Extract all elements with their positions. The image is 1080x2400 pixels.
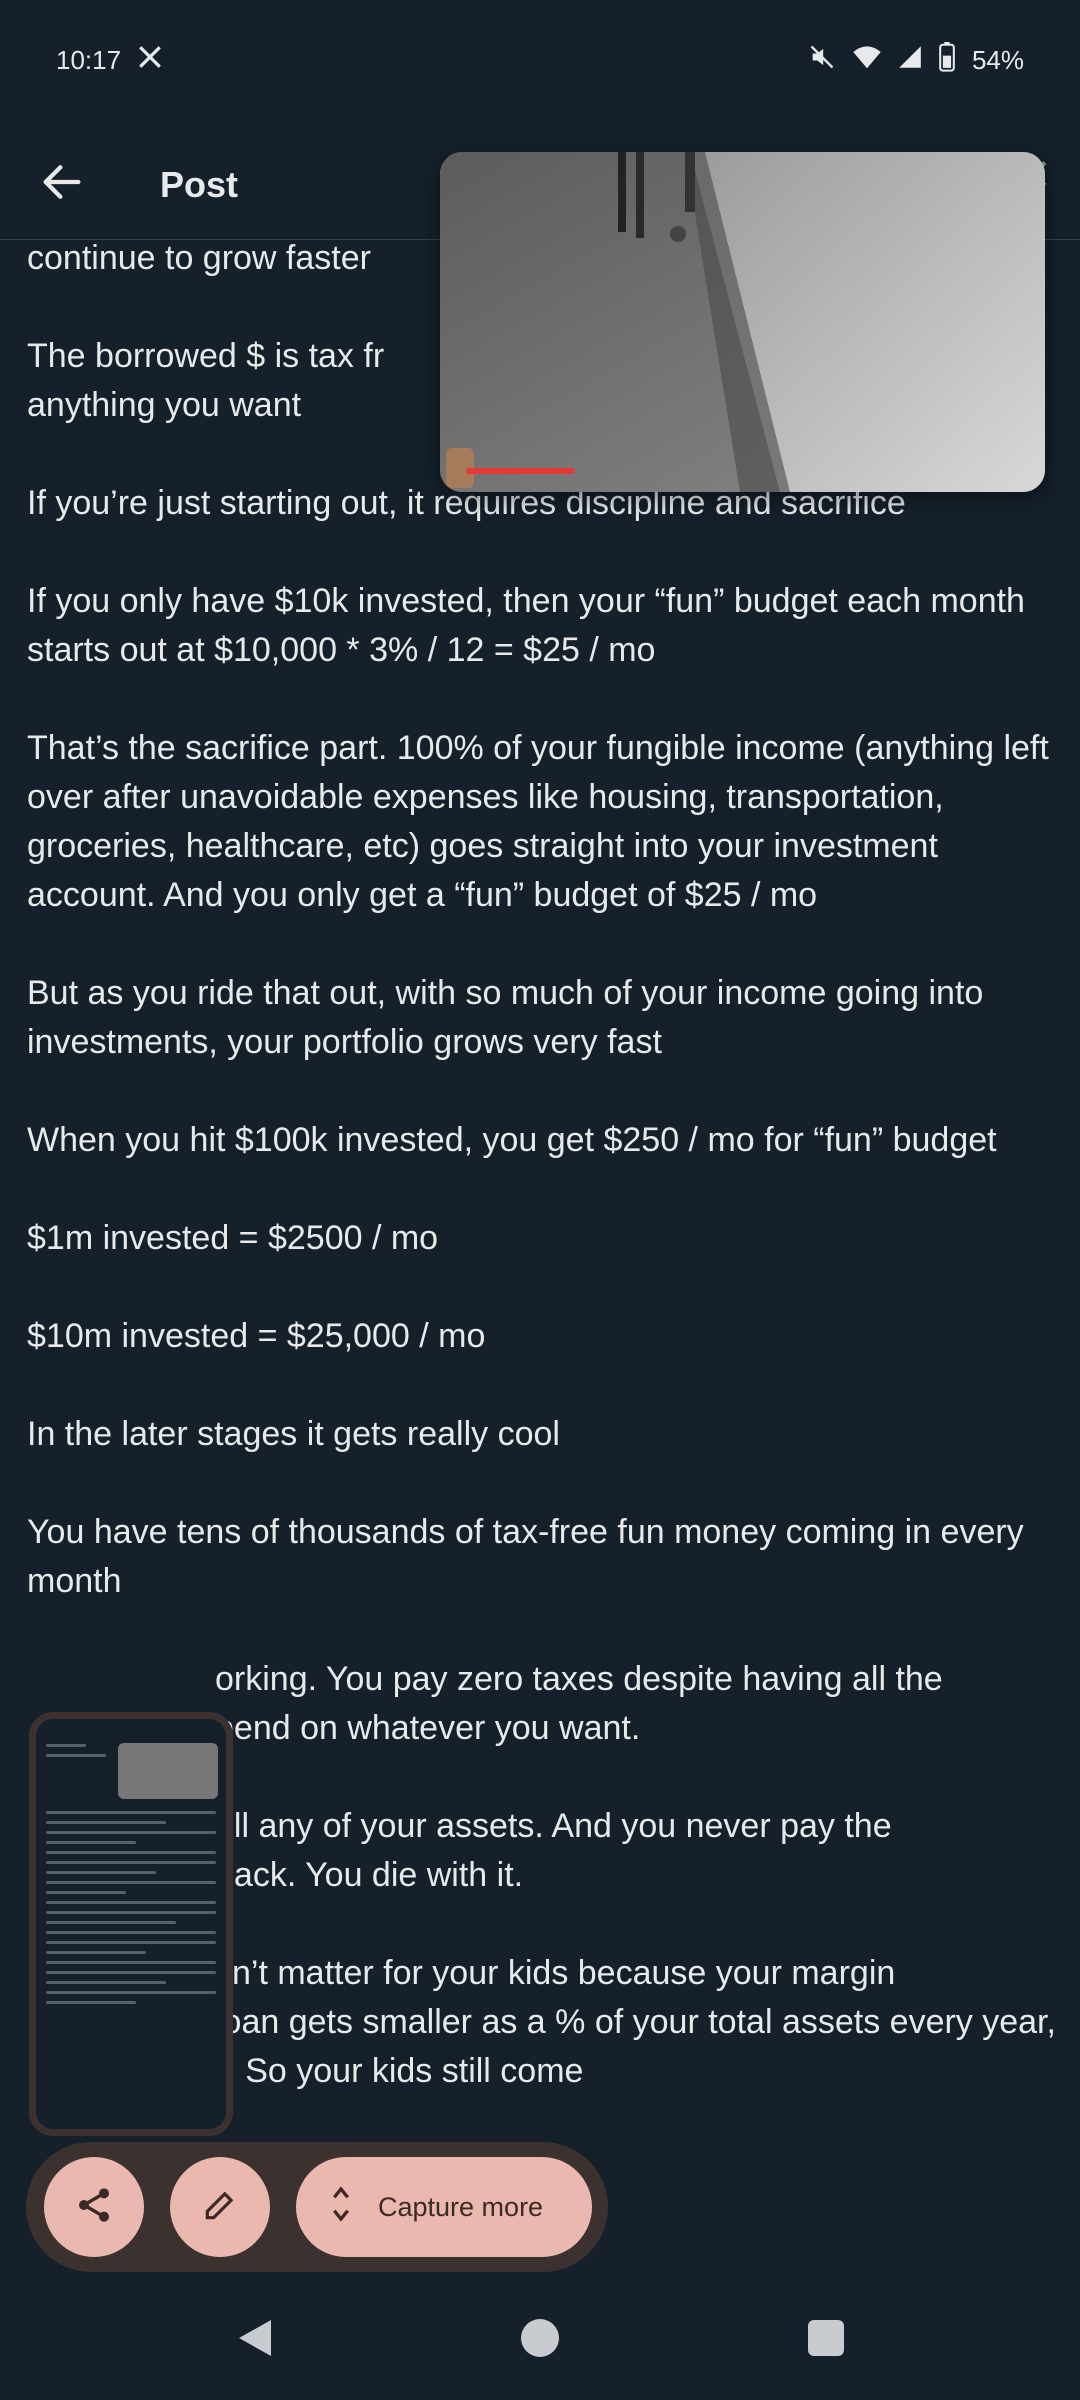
status-left: 10:17 (56, 44, 163, 77)
nav-home-icon[interactable] (521, 2319, 559, 2357)
back-button[interactable] (12, 135, 112, 235)
post-paragraph: $1m invested = $2500 / mo (27, 1219, 439, 1257)
post-paragraph: But as you ride that out, with so much o… (27, 974, 984, 1061)
mute-icon (808, 43, 836, 78)
signal-icon (898, 44, 922, 77)
edit-button[interactable] (170, 2157, 270, 2257)
status-time: 10:17 (56, 44, 122, 75)
nav-back-icon[interactable] (237, 2318, 273, 2363)
status-bar: 10:17 54% (0, 0, 1080, 120)
nav-recents-icon[interactable] (808, 2320, 844, 2356)
post-paragraph: When you hit $100k invested, you get $25… (27, 1121, 997, 1159)
post-paragraph: In the later stages it gets really cool (27, 1415, 560, 1453)
post-paragraph: That’s the sacrifice part. 100% of your … (27, 729, 1049, 914)
post-paragraph: If you only have $10k invested, then you… (27, 582, 1025, 669)
screenshot-thumbnail[interactable] (29, 1712, 233, 2136)
battery-icon (938, 41, 956, 79)
system-navigation-bar (0, 2282, 1080, 2400)
x-logo-icon (137, 44, 163, 77)
unfold-icon (330, 2184, 352, 2231)
video-frame (440, 152, 1045, 492)
status-right: 54% (808, 41, 1024, 79)
post-paragraph: You have tens of thousands of tax-free f… (27, 1513, 1024, 1600)
capture-more-button[interactable]: Capture more (296, 2157, 592, 2257)
floating-video-player[interactable] (440, 152, 1045, 492)
pencil-icon (201, 2186, 239, 2229)
wifi-icon (852, 44, 882, 77)
battery-percent: 54% (971, 44, 1024, 75)
page-title: Post (160, 163, 239, 205)
capture-more-label: Capture more (378, 2191, 544, 2222)
screenshot-toolbar: Capture more (26, 2142, 608, 2272)
video-progress-bar (466, 468, 575, 474)
share-icon (74, 2185, 114, 2230)
post-paragraph: $10m invested = $25,000 / mo (27, 1317, 486, 1355)
thumbnail-video-preview (118, 1743, 218, 1799)
arrow-left-icon (42, 164, 82, 205)
share-button[interactable] (44, 2157, 144, 2257)
